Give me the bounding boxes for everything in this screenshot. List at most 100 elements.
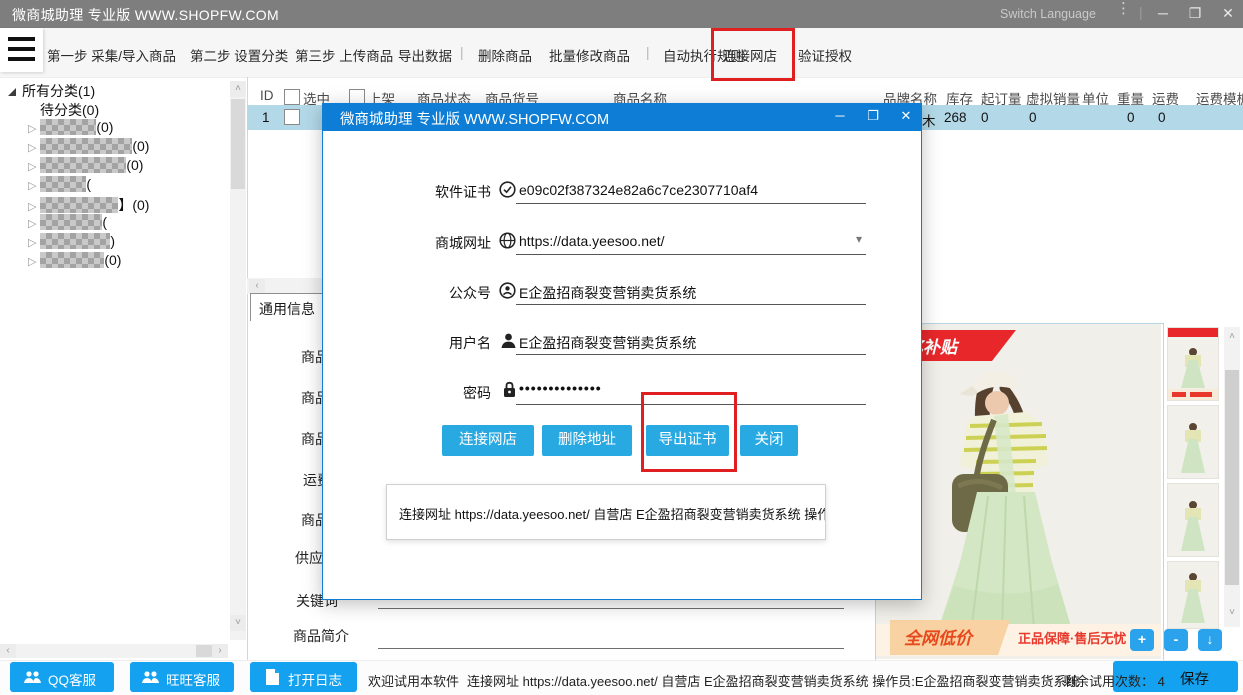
- row-weight: 0: [1127, 110, 1135, 125]
- scroll-down-icon[interactable]: ˅: [1224, 605, 1240, 621]
- sidebar-hscroll-thumb[interactable]: [196, 645, 212, 657]
- title-bar: 微商城助理 专业版 WWW.SHOPFW.COM Switch Language…: [0, 0, 1243, 28]
- shop-url-input[interactable]: https://data.yeesoo.net/: [519, 233, 665, 249]
- product-thumbnail[interactable]: [1167, 561, 1219, 629]
- lock-icon: [501, 381, 518, 398]
- select-all-checkbox[interactable]: [284, 89, 300, 105]
- user-icon: [500, 332, 517, 349]
- maximize-button[interactable]: ❐: [1182, 5, 1208, 22]
- product-thumbnail[interactable]: [1167, 483, 1219, 557]
- connect-shop-button[interactable]: 连接网店: [442, 425, 534, 456]
- dialog-minimize-button[interactable]: ─: [828, 108, 852, 123]
- public-account-icon: [499, 282, 516, 299]
- menu-separator: |: [646, 45, 650, 60]
- open-log-button[interactable]: 打开日志: [250, 662, 357, 692]
- tree-item-masked[interactable]: ▷ (0): [28, 157, 143, 173]
- menu-step1-import[interactable]: 第一步 采集/导入商品: [47, 45, 176, 65]
- app-window: 微商城助理 专业版 WWW.SHOPFW.COM Switch Language…: [0, 0, 1243, 695]
- row-stock: 268: [944, 110, 967, 125]
- switch-language-button[interactable]: Switch Language: [1000, 7, 1096, 21]
- sidebar-hscrollbar[interactable]: [0, 644, 228, 658]
- scroll-down-icon[interactable]: ˅: [230, 615, 246, 631]
- cert-label: 软件证书: [373, 182, 491, 202]
- tree-item-pending[interactable]: 待分类(0): [40, 100, 99, 120]
- tree-item-masked[interactable]: ▷ (: [28, 214, 107, 230]
- intro-input[interactable]: [378, 648, 844, 649]
- menu-step2-category[interactable]: 第二步 设置分类: [190, 45, 288, 65]
- password-label: 密码: [373, 383, 491, 403]
- tree-item-all-categories[interactable]: 所有分类(1): [8, 81, 95, 101]
- scroll-right-icon[interactable]: ›: [212, 644, 228, 658]
- qq-service-button[interactable]: QQ客服: [10, 662, 114, 692]
- tree-collapsed-icon[interactable]: ▷: [28, 237, 36, 249]
- keyword-input[interactable]: [378, 608, 844, 609]
- close-button[interactable]: ✕: [1215, 5, 1241, 22]
- product-thumbnail[interactable]: [1167, 327, 1219, 401]
- menu-separator: |: [460, 45, 464, 60]
- remove-image-button[interactable]: -: [1164, 629, 1188, 651]
- field-label-fragment: 供应: [295, 548, 323, 568]
- menu-batch-edit[interactable]: 批量修改商品: [549, 45, 630, 65]
- scroll-left-icon[interactable]: ‹: [0, 644, 16, 658]
- dropdown-icon[interactable]: ▾: [856, 232, 862, 246]
- col-header-id[interactable]: ID: [260, 88, 274, 103]
- tree-collapsed-icon[interactable]: ▷: [28, 201, 36, 213]
- dialog-close-button[interactable]: ✕: [894, 108, 918, 124]
- intro-label: 商品简介: [293, 626, 349, 646]
- tree-item-masked[interactable]: ▷ (: [28, 176, 91, 192]
- sidebar-vscroll-thumb[interactable]: [231, 99, 245, 189]
- annotation-box-export-cert: [641, 392, 737, 472]
- menu-dots-icon[interactable]: ⋮: [1116, 3, 1128, 14]
- tree-collapsed-icon[interactable]: ▷: [28, 161, 36, 173]
- row-checkbox[interactable]: [284, 109, 300, 125]
- tree-item-masked[interactable]: ▷ 】(0): [28, 195, 149, 215]
- menu-export-data[interactable]: 导出数据: [398, 45, 452, 65]
- public-account-input[interactable]: E企盈招商裂变营销卖货系统: [519, 283, 696, 303]
- row-brand: 木: [922, 110, 936, 130]
- tree-collapsed-icon[interactable]: ▷: [28, 256, 36, 268]
- tree-collapsed-icon[interactable]: ▷: [28, 142, 36, 154]
- connect-shop-dialog: 微商城助理 专业版 WWW.SHOPFW.COM ─ ❐ ✕ 软件证书 e09c…: [322, 103, 922, 600]
- menu-step3-upload[interactable]: 第三步 上传商品: [295, 45, 393, 65]
- thumbnail-scroll-thumb[interactable]: [1225, 370, 1239, 585]
- scroll-up-icon[interactable]: ˄: [1224, 329, 1240, 345]
- titlebar-separator: |: [1139, 4, 1143, 20]
- sidebar-divider: [247, 77, 248, 660]
- tree-collapsed-icon[interactable]: ▷: [28, 180, 36, 192]
- welcome-text: 欢迎试用本软件: [368, 671, 459, 690]
- tree-item-masked[interactable]: ▷ (0): [28, 138, 149, 154]
- tree-item-masked[interactable]: ▷ (0): [28, 252, 121, 268]
- tree-item-masked[interactable]: ▷ ): [28, 233, 115, 249]
- people-icon: [24, 670, 41, 684]
- add-image-button[interactable]: +: [1130, 629, 1154, 651]
- close-dialog-button[interactable]: 关闭: [740, 425, 798, 456]
- connection-info-text: 连接网址 https://data.yeesoo.net/ 自营店 E企盈招商裂…: [399, 504, 826, 523]
- menu-delete-product[interactable]: 删除商品: [478, 45, 532, 65]
- scroll-left-icon[interactable]: ‹: [249, 279, 265, 293]
- minimize-button[interactable]: ─: [1150, 5, 1176, 21]
- dialog-title-bar: 微商城助理 专业版 WWW.SHOPFW.COM ─ ❐ ✕: [323, 104, 921, 131]
- document-icon: [266, 669, 279, 685]
- trials-left-text: 剩余试用次数： 4: [1063, 671, 1165, 690]
- tree-expanded-icon[interactable]: [8, 88, 16, 96]
- wangwang-service-button[interactable]: 旺旺客服: [130, 662, 234, 692]
- tree-collapsed-icon[interactable]: ▷: [28, 123, 36, 135]
- password-input[interactable]: ••••••••••••••: [519, 380, 602, 396]
- price-badge-text: 全网低价: [904, 629, 975, 648]
- check-circle-icon: [499, 181, 516, 198]
- annotation-box-connect-shop: [711, 28, 795, 81]
- scroll-up-icon[interactable]: ˄: [230, 81, 246, 97]
- dialog-maximize-button[interactable]: ❐: [861, 108, 885, 124]
- move-image-down-button[interactable]: ↓: [1198, 629, 1222, 651]
- tree-item-masked[interactable]: ▷ (0): [28, 119, 113, 135]
- row-virtual-sales: 0: [1029, 110, 1037, 125]
- username-input[interactable]: E企盈招商裂变营销卖货系统: [519, 333, 696, 353]
- people-icon: [142, 670, 159, 684]
- cert-input[interactable]: e09c02f387324e82a6c7ce2307710af4: [519, 182, 758, 198]
- product-thumbnail[interactable]: [1167, 405, 1219, 479]
- hamburger-menu-icon[interactable]: [0, 28, 43, 72]
- delete-address-button[interactable]: 删除地址: [542, 425, 632, 456]
- tree-collapsed-icon[interactable]: ▷: [28, 218, 36, 230]
- public-account-label: 公众号: [373, 283, 491, 303]
- menu-verify-auth[interactable]: 验证授权: [798, 45, 852, 65]
